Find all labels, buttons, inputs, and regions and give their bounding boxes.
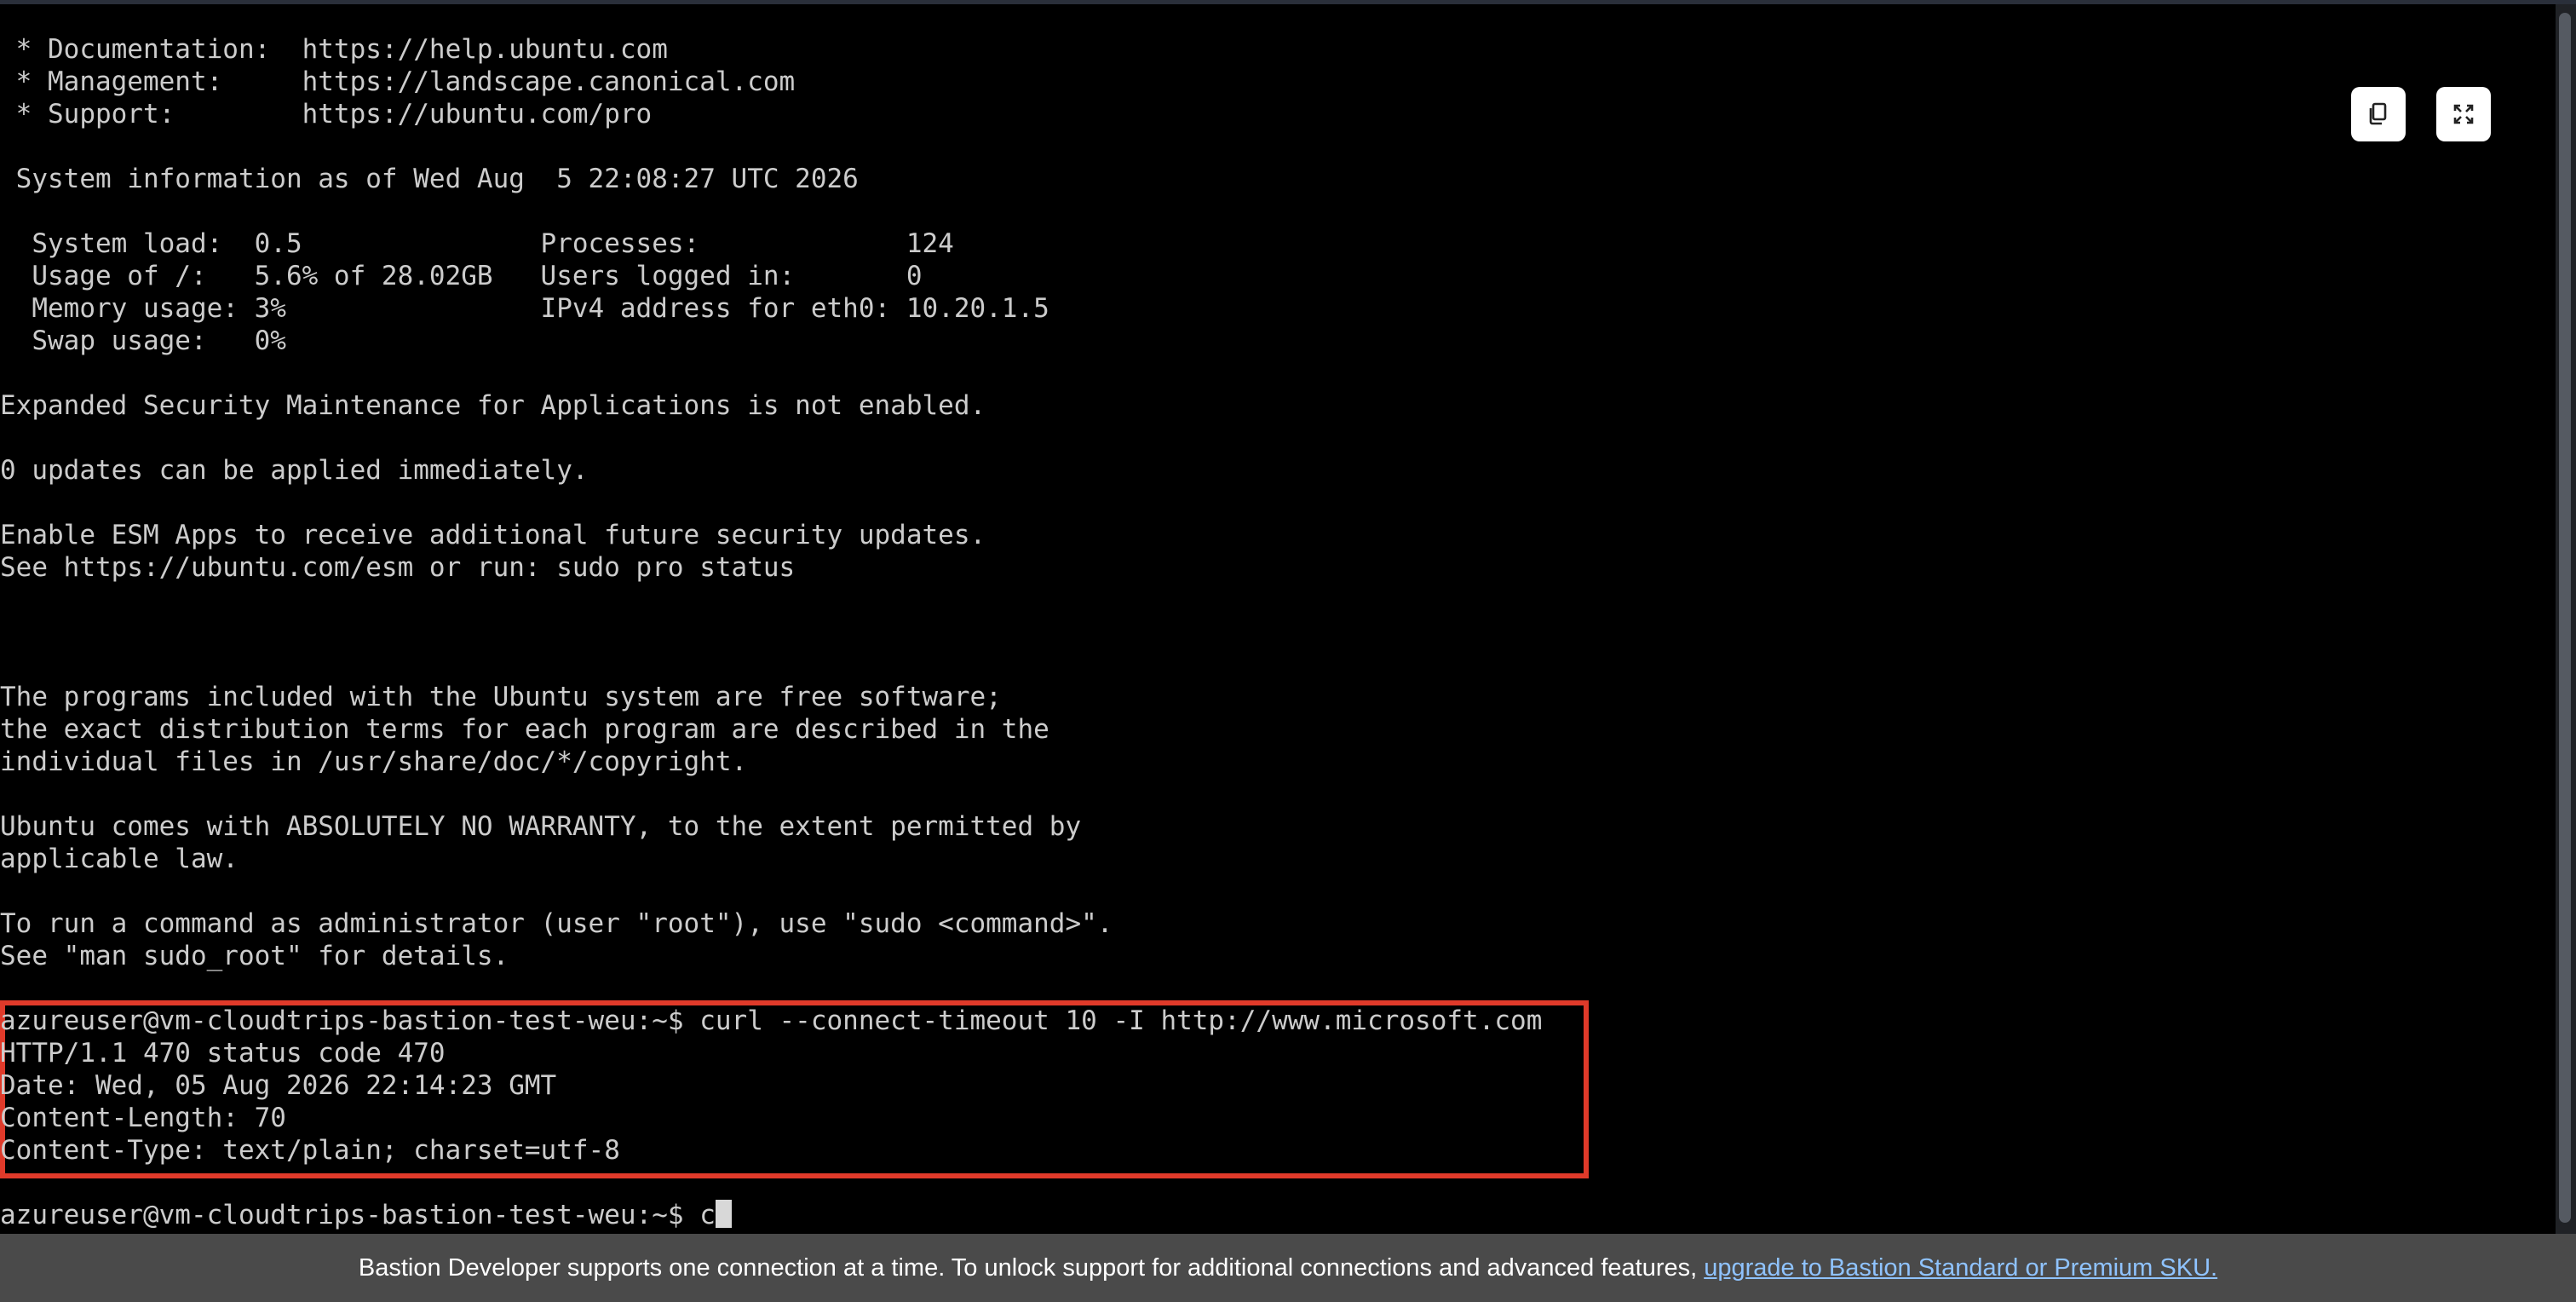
terminal-output[interactable]: * Documentation: https://help.ubuntu.com… xyxy=(0,4,2556,1234)
banner-text: Bastion Developer supports one connectio… xyxy=(358,1253,1698,1282)
terminal-line: Content-Type: text/plain; charset=utf-8 xyxy=(0,1135,620,1166)
terminal-line: azureuser@vm-cloudtrips-bastion-test-weu… xyxy=(0,1005,1543,1036)
terminal-line: Content-Length: 70 xyxy=(0,1103,286,1133)
terminal-line: * Management: https://landscape.canonica… xyxy=(0,66,796,97)
terminal-line: 0 updates can be applied immediately. xyxy=(0,455,589,486)
clipboard-icon xyxy=(2367,101,2389,127)
terminal-line: Usage of /: 5.6% of 28.02GB Users logged… xyxy=(0,261,923,291)
terminal-line: applicable law. xyxy=(0,844,239,874)
terminal-line: See "man sudo_root" for details. xyxy=(0,941,509,971)
terminal-line: Enable ESM Apps to receive additional fu… xyxy=(0,520,986,550)
bastion-terminal-screen: * Documentation: https://help.ubuntu.com… xyxy=(0,0,2576,1302)
terminal-line: Expanded Security Maintenance for Applic… xyxy=(0,390,986,421)
terminal-line: The programs included with the Ubuntu sy… xyxy=(0,682,1002,712)
terminal-cursor xyxy=(715,1200,732,1228)
terminal-line: * Support: https://ubuntu.com/pro xyxy=(0,99,653,130)
terminal-line: System information as of Wed Aug 5 22:08… xyxy=(0,164,859,194)
fullscreen-button[interactable] xyxy=(2436,87,2491,141)
terminal-line: * Documentation: https://help.ubuntu.com xyxy=(0,34,668,65)
terminal-line: See https://ubuntu.com/esm or run: sudo … xyxy=(0,552,796,583)
terminal-line: Date: Wed, 05 Aug 2026 22:14:23 GMT xyxy=(0,1070,557,1101)
terminal-line: individual files in /usr/share/doc/*/cop… xyxy=(0,746,748,777)
upgrade-banner: Bastion Developer supports one connectio… xyxy=(0,1234,2576,1302)
terminal-line: azureuser@vm-cloudtrips-bastion-test-weu… xyxy=(0,1199,732,1231)
terminal-line: To run a command as administrator (user … xyxy=(0,908,1113,939)
terminal-line: the exact distribution terms for each pr… xyxy=(0,714,1049,745)
fullscreen-icon xyxy=(2452,102,2475,126)
terminal-line: Swap usage: 0% xyxy=(0,326,286,356)
terminal-line: Memory usage: 3% IPv4 address for eth0: … xyxy=(0,293,1049,324)
upgrade-sku-link[interactable]: upgrade to Bastion Standard or Premium S… xyxy=(1704,1254,2217,1282)
terminal-scrollbar[interactable] xyxy=(2556,4,2576,1234)
terminal-line: Ubuntu comes with ABSOLUTELY NO WARRANTY… xyxy=(0,811,1082,842)
terminal-line: HTTP/1.1 470 status code 470 xyxy=(0,1038,446,1069)
terminal-line: System load: 0.5 Processes: 124 xyxy=(0,228,954,259)
scrollbar-thumb[interactable] xyxy=(2559,13,2571,1223)
copy-button[interactable] xyxy=(2351,87,2406,141)
